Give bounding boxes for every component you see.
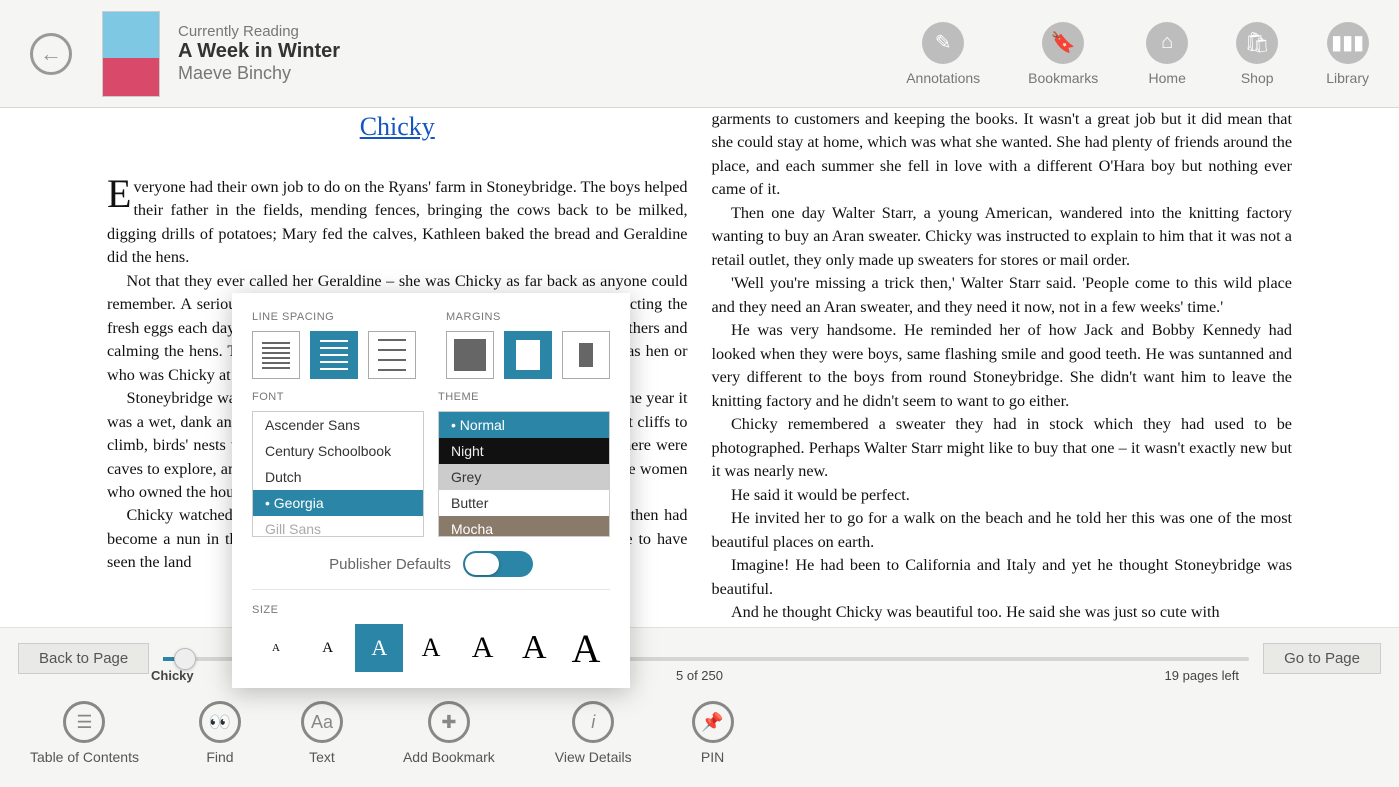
pin-button[interactable]: 📌 PIN: [692, 701, 734, 775]
info-icon: i: [572, 701, 614, 743]
font-label: FONT: [252, 391, 424, 403]
top-actions: ✎ Annotations 🔖 Bookmarks ⌂ Home 🛍 Shop …: [906, 22, 1369, 86]
margins-label: MARGINS: [446, 311, 610, 323]
theme-option-night[interactable]: Night: [439, 438, 609, 464]
theme-option-butter[interactable]: Butter: [439, 490, 609, 516]
progress-bar: Back to Page Go to Page Chicky 5 of 250 …: [0, 627, 1399, 689]
theme-list[interactable]: Normal Night Grey Butter Mocha: [438, 411, 610, 537]
find-button[interactable]: 👀 Find: [199, 701, 241, 775]
highlighter-icon: ✎: [922, 22, 964, 64]
book-info: Currently Reading A Week in Winter Maeve…: [178, 23, 340, 84]
font-size-6[interactable]: A: [510, 624, 558, 672]
text-settings-button[interactable]: Aa Text: [301, 701, 343, 775]
font-option-ascender-sans[interactable]: Ascender Sans: [253, 412, 423, 438]
font-option-century-schoolbook[interactable]: Century Schoolbook: [253, 438, 423, 464]
line-spacing-normal[interactable]: [310, 331, 358, 379]
font-size-3[interactable]: A: [355, 624, 403, 672]
font-size-7[interactable]: A: [562, 624, 610, 672]
library-button[interactable]: ▮▮▮ Library: [1326, 22, 1369, 86]
slider-thumb[interactable]: [174, 648, 196, 670]
view-details-button[interactable]: i View Details: [555, 701, 632, 775]
dropcap: E: [107, 176, 133, 212]
font-size-1[interactable]: A: [252, 624, 300, 672]
font-size-4[interactable]: A: [407, 624, 455, 672]
text-settings-popup: LINE SPACING MARGINS FONT Ascender Sans …: [232, 293, 630, 688]
back-arrow-icon: ←: [40, 41, 62, 67]
pages-left-label: 19 pages left: [1165, 668, 1239, 683]
binoculars-icon: 👀: [199, 701, 241, 743]
book-author: Maeve Binchy: [178, 63, 340, 84]
margins-wide[interactable]: [562, 331, 610, 379]
library-icon: ▮▮▮: [1327, 22, 1369, 64]
shop-button[interactable]: 🛍 Shop: [1236, 22, 1278, 86]
publisher-defaults-toggle[interactable]: [463, 551, 533, 577]
toc-button[interactable]: ☰ Table of Contents: [30, 701, 139, 775]
reader-area[interactable]: Chicky Everyone had their own job to do …: [0, 108, 1399, 627]
shop-icon: 🛍: [1236, 22, 1278, 64]
slider-chapter-label: Chicky: [151, 668, 194, 683]
font-size-2[interactable]: A: [304, 624, 352, 672]
chapter-title[interactable]: Chicky: [107, 108, 688, 146]
top-bar: ← Currently Reading A Week in Winter Mae…: [0, 0, 1399, 108]
bottom-bar: ☰ Table of Contents 👀 Find Aa Text ✚ Add…: [0, 689, 1399, 787]
publisher-defaults-label: Publisher Defaults: [329, 556, 451, 573]
home-button[interactable]: ⌂ Home: [1146, 22, 1188, 86]
bookmark-add-icon: ✚: [428, 701, 470, 743]
theme-label: THEME: [438, 391, 610, 403]
margins-narrow[interactable]: [446, 331, 494, 379]
back-to-page-button[interactable]: Back to Page: [18, 643, 149, 674]
home-icon: ⌂: [1146, 22, 1188, 64]
reading-status-label: Currently Reading: [178, 23, 340, 40]
bookmark-icon: 🔖: [1042, 22, 1084, 64]
theme-option-normal[interactable]: Normal: [439, 412, 609, 438]
reader-page-right: garments to customers and keeping the bo…: [700, 108, 1305, 627]
annotations-button[interactable]: ✎ Annotations: [906, 22, 980, 86]
bookmarks-button[interactable]: 🔖 Bookmarks: [1028, 22, 1098, 86]
font-list[interactable]: Ascender Sans Century Schoolbook Dutch G…: [252, 411, 424, 537]
list-icon: ☰: [63, 701, 105, 743]
theme-option-mocha[interactable]: Mocha: [439, 516, 609, 537]
font-size-row: A A A A A A A: [252, 624, 610, 672]
font-size-5[interactable]: A: [459, 624, 507, 672]
line-spacing-tight[interactable]: [252, 331, 300, 379]
pin-icon: 📌: [692, 701, 734, 743]
back-button[interactable]: ←: [30, 33, 72, 75]
text-icon: Aa: [301, 701, 343, 743]
line-spacing-label: LINE SPACING: [252, 311, 416, 323]
margins-normal[interactable]: [504, 331, 552, 379]
theme-option-grey[interactable]: Grey: [439, 464, 609, 490]
go-to-page-button[interactable]: Go to Page: [1263, 643, 1381, 674]
book-cover-thumbnail[interactable]: [102, 11, 160, 97]
font-option-gill-sans[interactable]: Gill Sans: [253, 516, 423, 537]
font-option-georgia[interactable]: Georgia: [253, 490, 423, 516]
line-spacing-loose[interactable]: [368, 331, 416, 379]
add-bookmark-button[interactable]: ✚ Add Bookmark: [403, 701, 495, 775]
font-option-dutch[interactable]: Dutch: [253, 464, 423, 490]
page-count-label: 5 of 250: [676, 668, 723, 683]
size-label: SIZE: [252, 604, 610, 616]
book-title: A Week in Winter: [178, 40, 340, 63]
